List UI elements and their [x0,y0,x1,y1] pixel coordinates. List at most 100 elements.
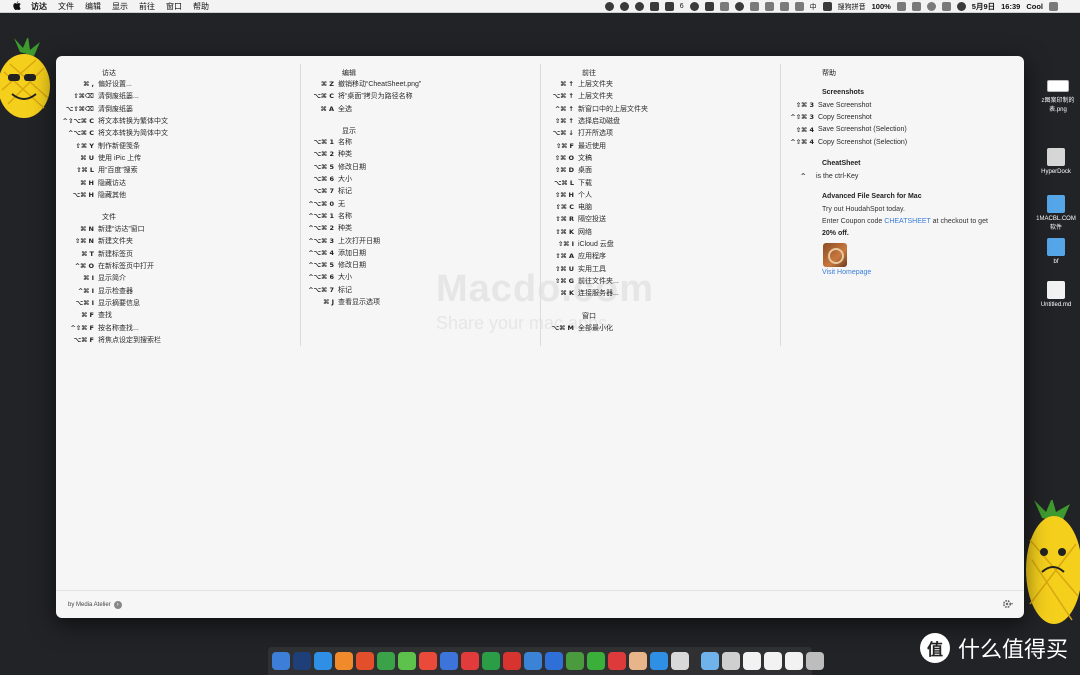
dock-app-icon[interactable] [650,652,668,670]
promo-heading: Advanced File Search for Mac [822,193,922,200]
shortcut-row: ⌘ A 全选 [270,103,352,115]
shortcut-row: ⌘ T 新建标签页 [56,248,133,260]
battery-percent[interactable]: 100% [872,2,891,11]
app-status-icon[interactable] [604,2,614,11]
dock-app-icon[interactable] [587,652,605,670]
shortcut-row: ⌥⌘ 1 名称 [270,136,352,148]
app-status-icon[interactable] [649,2,659,11]
wifi-icon[interactable] [779,2,789,11]
dock-stack-icon[interactable] [764,652,782,670]
dock-app-icon[interactable] [482,652,500,670]
dock-app-icon[interactable] [524,652,542,670]
shortcut-key: ^⌘ O [74,262,94,271]
shortcut-key: ⌘ A [320,104,334,113]
shortcut-key: ⌥⌘ ↑ [552,92,574,101]
dock-app-icon[interactable] [377,652,395,670]
shortcut-label: 新建“访达”窗口 [98,226,145,234]
dock-app-icon[interactable] [356,652,374,670]
menu-view[interactable]: 显示 [112,0,128,13]
menubar-time[interactable]: 16:39 [1001,2,1020,11]
shortcut-label: 在新标签页中打开 [98,263,154,271]
dock-app-icon[interactable] [545,652,563,670]
app-status-icon[interactable] [719,2,729,11]
desktop-drive[interactable]: HyperDock [1036,148,1076,175]
language-indicator[interactable]: 中 [810,2,817,12]
desktop-folder[interactable]: 1MACBL.COM软件 [1036,195,1076,231]
shortcut-row: ^⌘ I 显示检查器 [56,285,133,297]
shortcut-row: ⌥⌘ 7 标记 [270,185,352,197]
battery-icon[interactable] [896,2,906,11]
app-status-icon[interactable] [749,2,759,11]
shortcut-label: 大小 [338,274,352,282]
dock-app-icon[interactable] [566,652,584,670]
houdahspot-app-icon[interactable] [823,243,847,267]
dock-app-icon[interactable] [293,652,311,670]
menu-bar: 访达 文件 编辑 显示 前往 窗口 帮助 6 中 搜狗拼音 100% 5月9日 … [0,0,1080,13]
notification-center-icon[interactable] [1049,2,1058,11]
menu-finder[interactable]: 访达 [31,0,47,13]
shortcut-row: ⇧⌘ R 隔空投送 [510,213,606,225]
dock-stack-icon[interactable] [785,652,803,670]
menu-window[interactable]: 窗口 [166,0,182,13]
qq-icon[interactable] [634,2,644,11]
shortcut-label: 实用工具 [578,265,606,273]
apple-icon[interactable] [9,1,23,12]
dock-app-icon[interactable] [608,652,626,670]
shortcut-key: ^⌥⌘ 4 [308,248,334,257]
shortcut-key: ⇧⌘ H [554,190,574,199]
shortcut-key: ⇧⌘ K [555,227,574,236]
dock-app-icon[interactable] [398,652,416,670]
menubar-date[interactable]: 5月9日 [972,1,995,12]
search-icon[interactable] [926,2,936,11]
footer-credit[interactable]: by Media Atelier › [68,601,122,609]
app-status-icon[interactable] [794,2,804,11]
dock-stack-icon[interactable] [806,652,824,670]
dock-app-icon[interactable] [335,652,353,670]
shortcut-label: 显示摘要信息 [98,299,140,307]
dock-stack-icon[interactable] [701,652,719,670]
dock-app-icon[interactable] [503,652,521,670]
visit-homepage-text[interactable]: Visit Homepage [822,269,871,276]
arrow-circle-icon[interactable]: › [113,601,122,609]
wechat-icon[interactable] [734,2,744,11]
control-icon[interactable] [941,2,951,11]
dock-stack-icon[interactable] [743,652,761,670]
dock-app-icon[interactable] [671,652,689,670]
footer-divider [56,590,1024,591]
shortcut-row: ^⌥⌘ 6 大小 [270,271,352,283]
section-title-window: 窗口 [582,313,596,320]
app-status-icon[interactable] [704,2,714,11]
dock-app-icon[interactable] [314,652,332,670]
bluetooth-icon[interactable] [764,2,774,11]
menu-go[interactable]: 前往 [139,0,155,13]
app-status-icon[interactable] [689,2,699,11]
badge-count: 6 [679,3,684,10]
shortcut-label: 隐藏其他 [98,191,126,199]
siri-icon[interactable] [956,2,966,11]
dock-app-icon[interactable] [440,652,458,670]
app-status-icon[interactable] [664,2,674,11]
display-icon[interactable] [911,2,921,11]
shortcut-row: ⇧⌘ I iCloud 云盘 [510,238,614,250]
desktop-folder[interactable]: bf [1036,238,1076,265]
dock-app-icon[interactable] [419,652,437,670]
menu-edit[interactable]: 编辑 [85,0,101,13]
shortcut-label: 标记 [338,286,352,294]
visit-homepage-link[interactable]: Visit Homepage [822,269,871,276]
input-method-name[interactable]: 搜狗拼音 [838,2,866,12]
app-status-icon[interactable] [619,2,629,11]
shortcut-key: ⌥⌘ 5 [313,162,334,171]
menu-file[interactable]: 文件 [58,0,74,13]
shortcut-row: ⌥⌘ 5 修改日期 [270,161,366,173]
input-method-icon[interactable] [822,2,832,11]
user-name[interactable]: Cool [1026,2,1043,11]
dock-app-icon[interactable] [461,652,479,670]
menu-help[interactable]: 帮助 [193,0,209,13]
desktop-file[interactable]: Untitled.md [1036,281,1076,308]
settings-gear-button[interactable] [1002,599,1014,609]
dock-app-icon[interactable] [629,652,647,670]
dock-stack-icon[interactable] [722,652,740,670]
shortcut-row: ⌥⌘ I 显示摘要信息 [56,297,140,309]
dock-app-icon[interactable] [272,652,290,670]
desktop-file[interactable]: z图案印制的表.png [1040,80,1076,113]
